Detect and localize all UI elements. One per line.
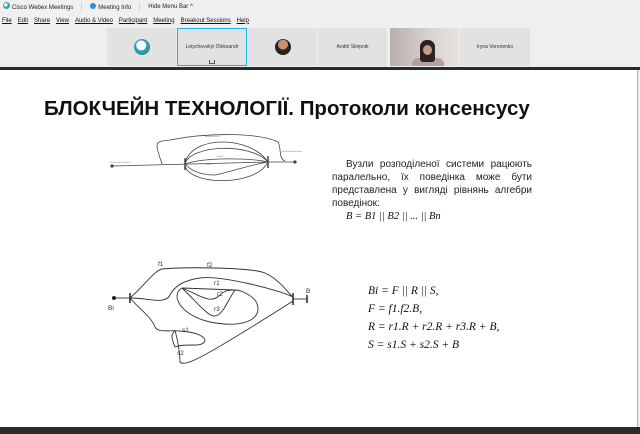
video-person: [423, 45, 432, 55]
diagram-label: Node2: [217, 156, 224, 158]
diagram-label: s2: [177, 350, 184, 357]
menu-edit[interactable]: Edit: [18, 18, 28, 24]
app-title-text: Cisco Webex Meetings: [12, 5, 74, 11]
slide-paragraph: Вузли розподіленої системи рацюють парал…: [332, 159, 532, 209]
diagram-node: [293, 160, 297, 164]
diagram-label: s1: [182, 327, 189, 334]
participant-tile-host[interactable]: [107, 28, 176, 66]
menu-bar: File Edit Share View Audio & Video Parti…: [0, 15, 249, 26]
diagram-label: EndPointProtokolure: [282, 150, 303, 153]
diagram-edge: [181, 287, 236, 291]
equation: Bi = F || R || S,: [368, 285, 439, 297]
menu-breakout-sessions[interactable]: Breakout Sessions: [181, 18, 231, 24]
share-icon: [209, 60, 215, 64]
hide-menu-bar-button[interactable]: Hide Menu Bar ^: [148, 4, 193, 10]
menu-meeting[interactable]: Meeting: [153, 18, 174, 24]
participant-name: Letychevskyi Oleksandr: [185, 44, 239, 50]
meeting-info-label: Meeting Info: [98, 4, 132, 11]
avatar: [274, 39, 291, 55]
behaviour-algebra-diagram: f1 f2 r1 r2 r3 s1 s2 Bi B: [108, 261, 310, 364]
diagram-edge: [174, 300, 294, 364]
menu-help[interactable]: Help: [237, 18, 249, 24]
menu-file[interactable]: File: [2, 18, 12, 24]
divider: [139, 2, 141, 11]
menu-participant[interactable]: Participant: [119, 18, 147, 24]
diagram-label: B: [306, 288, 310, 295]
participant-video[interactable]: [390, 28, 459, 66]
avatar: [133, 39, 150, 55]
equation: F = f1.f2.B,: [368, 303, 423, 315]
participant-tile-letychevskyi[interactable]: Letychevskyi Oleksandr: [177, 28, 247, 66]
participant-tile-photo[interactable]: [248, 28, 317, 66]
diagram-label: Node4: [204, 174, 211, 176]
slide-title: БЛОКЧЕЙН ТЕХНОЛОГІЇ. Протоколи консенсус…: [44, 97, 530, 120]
diagram-label: Bi: [108, 305, 114, 312]
diagram-label: NodeFlowStart: [205, 135, 220, 138]
diagram-edge: [181, 287, 236, 317]
diagram-label: r1: [214, 280, 220, 287]
diagram-node: [111, 295, 117, 301]
equation: R = r1.R + r2.R + r3.R + B,: [368, 321, 500, 333]
blockchain-flow-diagram: NodeFlowStart Node1 Node2 Node3 Node4 No…: [110, 134, 303, 182]
shared-slide: БЛОКЧЕЙН ТЕХНОЛОГІЇ. Протоколи консенсус…: [0, 70, 638, 427]
menu-audio-video[interactable]: Audio & Video: [75, 18, 113, 24]
equation: S = s1.S + s2.S + B: [368, 339, 460, 351]
app-title[interactable]: Cisco Webex Meetings: [3, 2, 73, 11]
participant-name: Andrii Skripnik: [336, 44, 369, 50]
menu-view[interactable]: View: [56, 18, 69, 24]
title-bar: Cisco Webex Meetings Meeting Info Hide M…: [0, 0, 640, 13]
meeting-info-button[interactable]: Meeting Info: [90, 2, 132, 11]
menu-share[interactable]: Share: [34, 18, 50, 24]
behaviour-formula: B = B1 || B2 || ... || Bn: [346, 211, 441, 222]
diagram-label: Node1: [217, 148, 224, 150]
participant-strip: Letychevskyi Oleksandr Andrii Skripnik I…: [0, 27, 640, 67]
diagram-label: r2: [217, 291, 223, 298]
diagram-edge: [129, 267, 294, 299]
shield-icon: [90, 2, 97, 9]
diagram-label: r3: [214, 306, 220, 313]
diagram-label: Node5: [222, 180, 229, 182]
diagram-label: StartPointProtokolure: [110, 161, 132, 164]
participant-tile-skripnik[interactable]: Andrii Skripnik: [318, 28, 387, 66]
participant-tile-voronenko[interactable]: Iryna Voronenko: [460, 28, 530, 66]
diagram-edge: [129, 297, 206, 348]
participant-name: Iryna Voronenko: [476, 44, 514, 50]
bottom-bar: [0, 427, 640, 434]
equations: Bi = F || R || S, F = f1.f2.B, R = r1.R …: [368, 282, 499, 354]
diagram-node: [110, 164, 114, 168]
divider: [81, 2, 83, 11]
webex-logo-icon: [3, 2, 10, 9]
diagram-label: Node3: [205, 164, 212, 166]
diagram-label: f1: [158, 261, 164, 268]
diagram-label: f2: [207, 262, 213, 269]
